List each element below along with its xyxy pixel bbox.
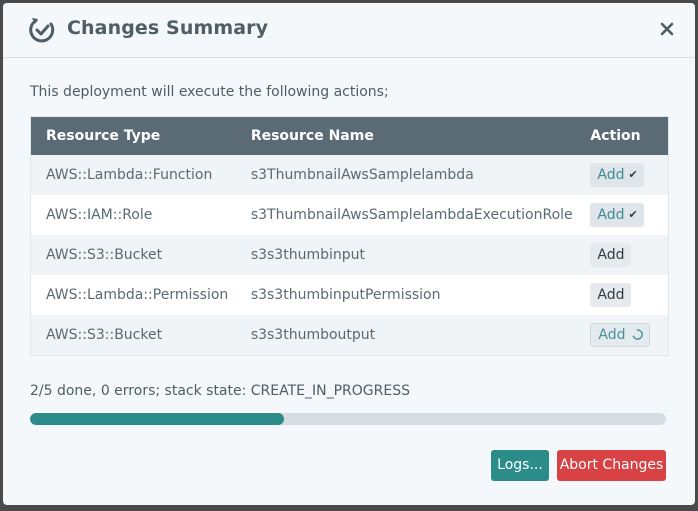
- resource-name-cell: s3s3thumbinput: [250, 247, 365, 263]
- resource-name-cell: s3ThumbnailAwsSamplelambdaExecutionRole: [250, 207, 573, 223]
- action-label: Add: [597, 207, 625, 223]
- action-badge: Add: [590, 283, 631, 307]
- resource-name-cell: s3s3thumbinputPermission: [250, 287, 441, 303]
- resource-type-cell: AWS::Lambda::Function: [46, 167, 213, 183]
- dialog-header: Changes Summary: [3, 3, 695, 58]
- action-label: Add: [597, 247, 625, 263]
- check-icon: ✔: [628, 208, 638, 221]
- spinner-icon: [632, 329, 643, 340]
- resource-type-cell: AWS::S3::Bucket: [46, 247, 163, 263]
- progress-bar: [30, 413, 666, 425]
- changes-table: Resource Type Resource Name Action AWS::…: [30, 116, 669, 356]
- resource-type-cell: AWS::Lambda::Permission: [46, 287, 229, 303]
- header-resource-type: Resource Type: [46, 128, 161, 144]
- logs-button[interactable]: Logs...: [491, 450, 549, 481]
- deploy-cycle-icon: [29, 18, 55, 43]
- resource-type-cell: AWS::IAM::Role: [46, 207, 153, 223]
- table-row: AWS::Lambda::Function s3ThumbnailAwsSamp…: [31, 155, 668, 195]
- action-badge: Add: [590, 323, 650, 347]
- table-header-row: Resource Type Resource Name Action: [31, 117, 668, 155]
- resource-type-cell: AWS::S3::Bucket: [46, 327, 163, 343]
- check-icon: ✔: [628, 168, 638, 181]
- action-badge: Add: [590, 243, 631, 267]
- abort-changes-button[interactable]: Abort Changes: [557, 450, 666, 481]
- header-resource-name: Resource Name: [250, 128, 374, 144]
- action-cell: Add ✔: [590, 155, 668, 195]
- deployment-status-text: 2/5 done, 0 errors; stack state: CREATE_…: [30, 383, 411, 399]
- close-icon[interactable]: [657, 19, 677, 39]
- action-label: Add: [597, 287, 625, 303]
- action-cell: Add: [590, 275, 668, 315]
- progress-bar-fill: [30, 413, 285, 425]
- action-label: Add: [597, 167, 625, 183]
- action-cell: Add: [590, 235, 668, 275]
- action-label: Add: [598, 327, 626, 343]
- intro-text: This deployment will execute the followi…: [30, 84, 389, 100]
- changes-summary-dialog: Changes Summary This deployment will exe…: [3, 3, 695, 505]
- resource-name-cell: s3ThumbnailAwsSamplelambda: [250, 167, 474, 183]
- header-action: Action: [590, 128, 641, 144]
- resource-name-cell: s3s3thumboutput: [250, 327, 376, 343]
- action-badge: Add ✔: [590, 203, 644, 227]
- action-cell: Add: [590, 315, 668, 355]
- action-cell: Add ✔: [590, 195, 668, 235]
- dialog-title: Changes Summary: [67, 17, 269, 39]
- table-row: AWS::S3::Bucket s3s3thumboutput Add: [31, 315, 668, 355]
- table-row: AWS::S3::Bucket s3s3thumbinput Add: [31, 235, 668, 275]
- table-row: AWS::IAM::Role s3ThumbnailAwsSamplelambd…: [31, 195, 668, 235]
- action-badge: Add ✔: [590, 163, 644, 187]
- table-row: AWS::Lambda::Permission s3s3thumbinputPe…: [31, 275, 668, 315]
